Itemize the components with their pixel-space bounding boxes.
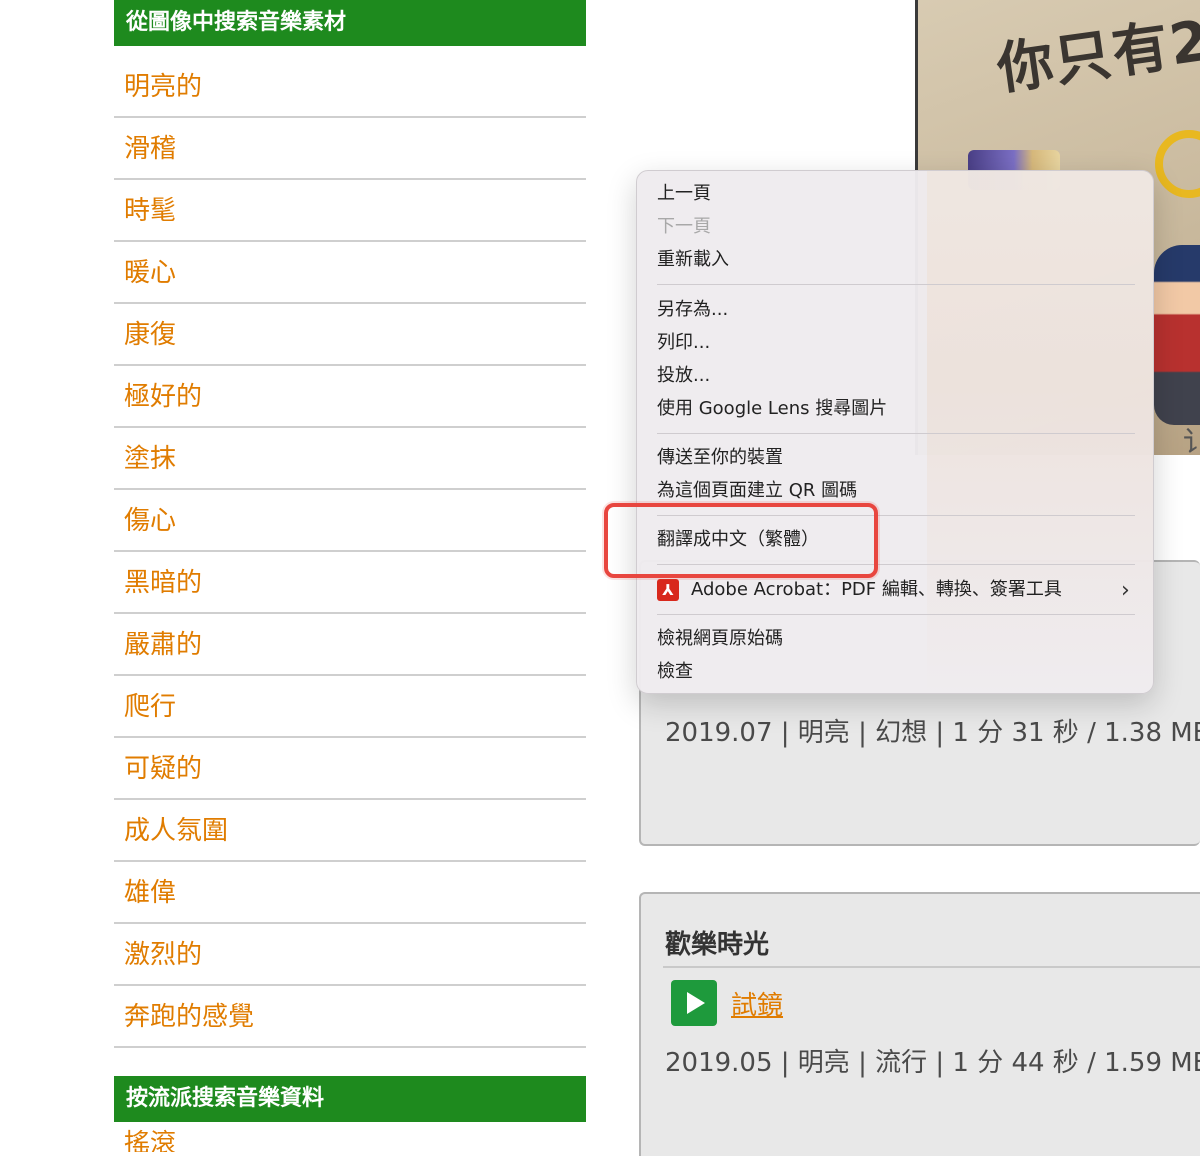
mood-list: 明亮的 滑稽 時髦 暖心 康復 極好的 塗抹 傷心 黑暗的 嚴肅的 爬行 可疑的…	[114, 46, 586, 1048]
menu-item-reload[interactable]: 重新載入	[657, 246, 729, 274]
mood-link[interactable]: 奔跑的感覺	[114, 986, 586, 1048]
artwork-title-text: 你只有2	[993, 8, 1200, 103]
menu-item-print[interactable]: 列印...	[657, 329, 710, 357]
mood-link[interactable]: 康復	[114, 304, 586, 366]
genre-link[interactable]: 搖滾	[114, 1122, 586, 1152]
menu-separator	[657, 433, 1135, 434]
mood-link[interactable]: 雄偉	[114, 862, 586, 924]
menu-item-save-as[interactable]: 另存為...	[657, 296, 728, 324]
mood-link[interactable]: 暖心	[114, 242, 586, 304]
menu-item-qr-code[interactable]: 為這個頁面建立 QR 圖碼	[657, 477, 857, 505]
menu-item-back[interactable]: 上一頁	[657, 180, 711, 208]
track-card: 歡樂時光 試鏡 2019.05 | 明亮 | 流行 | 1 分 44 秒 / 1…	[639, 892, 1200, 1156]
mood-link[interactable]: 傷心	[114, 490, 586, 552]
menu-separator	[657, 284, 1135, 285]
mood-link[interactable]: 爬行	[114, 676, 586, 738]
mood-link[interactable]: 嚴肅的	[114, 614, 586, 676]
track-meta: 2019.07 | 明亮 | 幻想 | 1 分 31 秒 / 1.38 MB	[665, 718, 1200, 748]
mood-section-header: 從圖像中搜索音樂素材	[114, 0, 586, 46]
artwork-character	[1154, 245, 1200, 425]
menu-item-forward: 下一頁	[657, 216, 711, 237]
menu-item-cast[interactable]: 投放...	[657, 362, 710, 390]
acrobat-label: Adobe Acrobat：PDF 編輯、轉換、簽署工具	[691, 579, 1062, 600]
preview-link[interactable]: 試鏡	[731, 985, 783, 1022]
menu-item-acrobat[interactable]: ⅄ Adobe Acrobat：PDF 編輯、轉換、簽署工具	[657, 576, 1062, 604]
menu-item-inspect[interactable]: 檢查	[657, 658, 693, 686]
mood-link[interactable]: 滑稽	[114, 118, 586, 180]
mood-link[interactable]: 極好的	[114, 366, 586, 428]
menu-item-google-lens[interactable]: 使用 Google Lens 搜尋圖片	[657, 395, 887, 423]
context-menu: 上一頁 下一頁 重新載入 另存為... 列印... 投放... 使用 Googl…	[636, 170, 1154, 694]
artwork-bottom-text: 讠	[1183, 420, 1200, 455]
mood-link[interactable]: 塗抹	[114, 428, 586, 490]
genre-section-header: 按流派搜索音樂資料	[114, 1076, 586, 1122]
menu-separator	[657, 614, 1135, 615]
card-divider	[663, 966, 1200, 968]
chevron-right-icon: ›	[1121, 578, 1130, 603]
mood-link[interactable]: 時髦	[114, 180, 586, 242]
menu-item-view-source[interactable]: 檢視網頁原始碼	[657, 625, 783, 653]
mood-link[interactable]: 黑暗的	[114, 552, 586, 614]
artwork-ring	[1155, 130, 1200, 198]
sidebar: 從圖像中搜索音樂素材 明亮的 滑稽 時髦 暖心 康復 極好的 塗抹 傷心 黑暗的…	[114, 0, 586, 1152]
mood-link[interactable]: 成人氛圍	[114, 800, 586, 862]
track-meta: 2019.05 | 明亮 | 流行 | 1 分 44 秒 / 1.59 MB	[665, 1048, 1200, 1078]
play-icon[interactable]	[671, 980, 717, 1026]
preview-row: 試鏡	[671, 980, 783, 1026]
menu-item-send-to-devices[interactable]: 傳送至你的裝置	[657, 444, 783, 472]
mood-link[interactable]: 明亮的	[114, 46, 586, 118]
mood-link[interactable]: 可疑的	[114, 738, 586, 800]
mood-link[interactable]: 激烈的	[114, 924, 586, 986]
highlight-annotation	[604, 503, 878, 578]
track-title: 歡樂時光	[665, 930, 770, 960]
acrobat-icon: ⅄	[657, 579, 679, 601]
